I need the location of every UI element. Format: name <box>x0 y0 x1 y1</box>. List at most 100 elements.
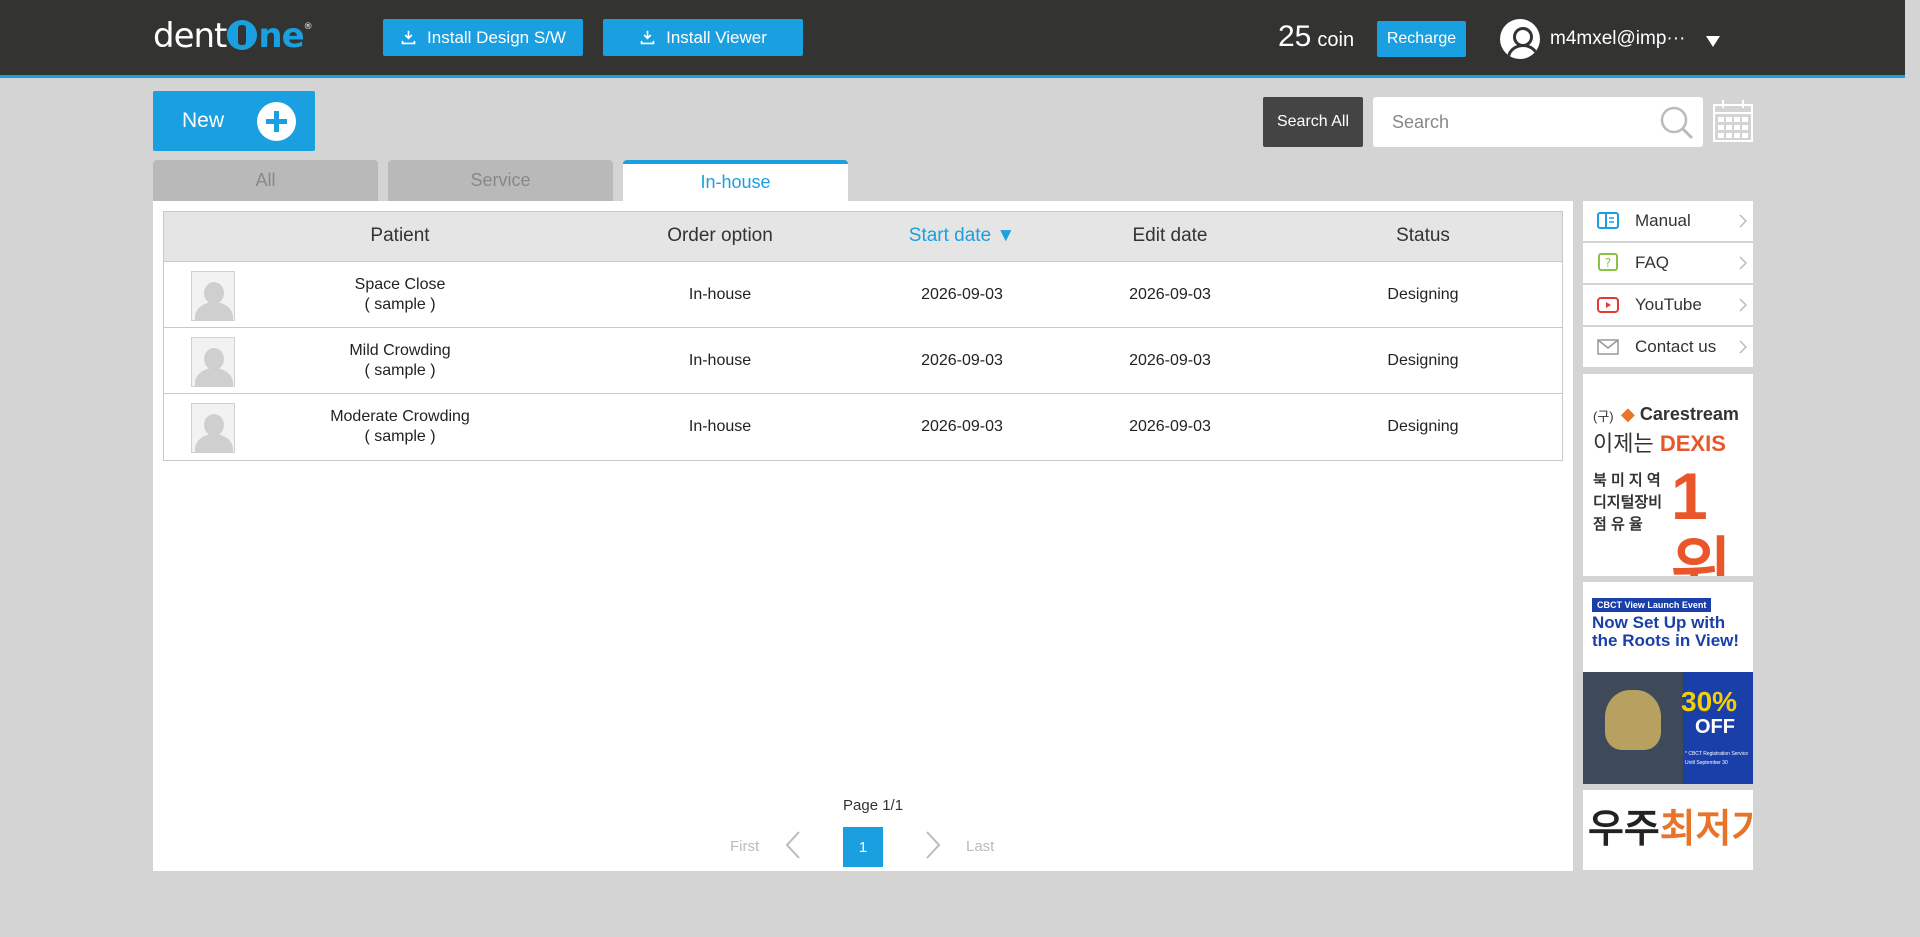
start-date: 2026-09-03 <box>921 418 1003 435</box>
column-start-date[interactable]: Start date ▼ <box>909 225 1015 247</box>
ad1-stat: 북 미 지 역 디지털장비 점 유 율 <box>1593 470 1662 536</box>
ad3-text-b: 최저가 <box>1659 808 1753 851</box>
new-case-button[interactable]: New <box>153 91 315 151</box>
patient-name-cell: Space Close ( sample ) <box>355 275 446 315</box>
ad-banner-cbct[interactable]: CBCT View Launch Event Now Set Up with t… <box>1583 582 1753 784</box>
side-link-faq[interactable]: ? FAQ <box>1583 243 1753 283</box>
ad-banner-dexis[interactable]: (구) ◆ Carestream 이제는 DEXIS 북 미 지 역 디지털장비… <box>1583 374 1753 576</box>
ad3-text-a: 우주 <box>1588 808 1660 851</box>
pagination-page-1[interactable]: 1 <box>843 827 883 867</box>
page-info: Page 1/1 <box>843 797 904 814</box>
side-link-label: Manual <box>1635 211 1691 230</box>
column-status[interactable]: Status <box>1396 225 1450 247</box>
case-list-panel: Patient Order option Start date ▼ Edit d… <box>153 201 1573 871</box>
order-option: In-house <box>688 418 752 435</box>
book-icon <box>1597 212 1619 229</box>
patient-avatar-icon <box>191 271 235 321</box>
start-date: 2026-09-03 <box>921 286 1003 303</box>
ad1-rank: 1위 <box>1671 459 1732 576</box>
ad2-note: * CBCT Registration Service Until Septem… <box>1685 750 1748 768</box>
patient-name: Space Close <box>354 276 446 293</box>
tab-all[interactable]: All <box>153 160 378 201</box>
column-order-option[interactable]: Order option <box>667 225 773 247</box>
chevron-right-icon <box>1739 256 1747 270</box>
sample-tag: ( sample ) <box>364 362 436 379</box>
logo-o-mark <box>227 20 258 50</box>
column-patient[interactable]: Patient <box>370 225 429 247</box>
chevron-right-icon <box>1739 340 1747 354</box>
status: Designing <box>1387 286 1459 303</box>
patient-avatar-icon <box>191 337 235 387</box>
edit-date: 2026-09-03 <box>1129 418 1211 435</box>
table-row[interactable]: Moderate Crowding ( sample ) In-house 20… <box>164 394 1562 460</box>
calendar-icon[interactable] <box>1712 98 1754 143</box>
edit-date: 2026-09-03 <box>1129 352 1211 369</box>
side-link-label: YouTube <box>1635 295 1702 314</box>
side-link-label: Contact us <box>1635 337 1717 356</box>
table-row[interactable]: Mild Crowding ( sample ) In-house 2026-0… <box>164 328 1562 394</box>
ad2-headline-line: Now Set Up with <box>1592 613 1726 632</box>
ad1-stat-line: 디지털장비 <box>1593 494 1663 511</box>
table-header: Patient Order option Start date ▼ Edit d… <box>164 212 1562 262</box>
dentone-logo[interactable]: dent ne® <box>153 16 313 56</box>
search-input[interactable] <box>1373 97 1633 147</box>
ad-banner-lowest-price[interactable]: 우주최저가 <box>1583 790 1753 870</box>
user-email[interactable]: m4mxel@imp··· <box>1550 28 1685 50</box>
status: Designing <box>1387 352 1459 369</box>
ad2-screen <box>1583 672 1683 784</box>
skull-image <box>1605 690 1661 750</box>
search-icon[interactable] <box>1659 105 1695 141</box>
search-box <box>1373 97 1703 147</box>
ad2-off: OFF <box>1695 716 1735 738</box>
ad2-note-line: * CBCT Registration Service <box>1685 751 1748 757</box>
pagination-last[interactable]: Last <box>966 838 994 855</box>
ad2-badge: CBCT View Launch Event <box>1592 598 1712 612</box>
coin-unit: coin <box>1317 29 1355 51</box>
user-menu-caret-icon[interactable] <box>1706 36 1720 47</box>
ad1-stat-line: 북 미 지 역 <box>1593 472 1661 489</box>
coin-count: 25 <box>1278 20 1312 53</box>
side-link-youtube[interactable]: YouTube <box>1583 285 1753 325</box>
ad1-line2: 이제는 DEXIS <box>1593 426 1726 458</box>
pagination-first[interactable]: First <box>730 838 759 855</box>
install-design-label: Install Design S/W <box>427 27 566 47</box>
install-viewer-button[interactable]: Install Viewer <box>603 19 803 56</box>
side-link-contact[interactable]: Contact us <box>1583 327 1753 367</box>
side-link-manual[interactable]: Manual <box>1583 201 1753 241</box>
column-edit-date[interactable]: Edit date <box>1133 225 1208 247</box>
patient-name: Moderate Crowding <box>330 408 470 425</box>
ad2-headline-line: the Roots in View! <box>1592 631 1740 650</box>
ad1-brand: ◆ Carestream <box>1621 404 1739 424</box>
ad1-stat-line: 점 유 율 <box>1593 516 1643 533</box>
ad1-dexis: DEXIS <box>1659 431 1726 456</box>
sample-tag: ( sample ) <box>364 428 436 445</box>
ad1-kr: 이제는 <box>1593 431 1654 456</box>
question-icon: ? <box>1598 253 1618 271</box>
download-icon <box>401 30 416 45</box>
chevron-left-icon[interactable] <box>781 830 805 860</box>
chevron-right-icon[interactable] <box>921 830 945 860</box>
patient-name-cell: Mild Crowding ( sample ) <box>349 341 450 381</box>
patient-avatar-icon <box>191 403 235 453</box>
patient-name-cell: Moderate Crowding ( sample ) <box>330 407 470 447</box>
install-design-button[interactable]: Install Design S/W <box>383 19 583 56</box>
install-viewer-label: Install Viewer <box>666 27 767 47</box>
chevron-right-icon <box>1739 214 1747 228</box>
sample-tag: ( sample ) <box>364 296 436 313</box>
ad1-prefix: (구) <box>1593 409 1614 424</box>
side-link-label: FAQ <box>1635 253 1670 272</box>
status: Designing <box>1387 418 1459 435</box>
ad2-discount: 30% <box>1681 686 1738 717</box>
new-label: New <box>182 109 225 132</box>
ad2-visual: 30% OFF * CBCT Registration Service Unti… <box>1583 672 1753 784</box>
coin-balance: 25 coin <box>1278 20 1354 54</box>
table-row[interactable]: Space Close ( sample ) In-house 2026-09-… <box>164 262 1562 328</box>
user-avatar-icon[interactable] <box>1500 19 1540 59</box>
order-option: In-house <box>688 286 752 303</box>
chevron-right-icon <box>1739 298 1747 312</box>
recharge-button[interactable]: Recharge <box>1377 21 1466 57</box>
order-option: In-house <box>688 352 752 369</box>
tab-in-house[interactable]: In-house <box>623 160 848 201</box>
tab-service[interactable]: Service <box>388 160 613 201</box>
search-all-button[interactable]: Search All <box>1263 97 1363 147</box>
